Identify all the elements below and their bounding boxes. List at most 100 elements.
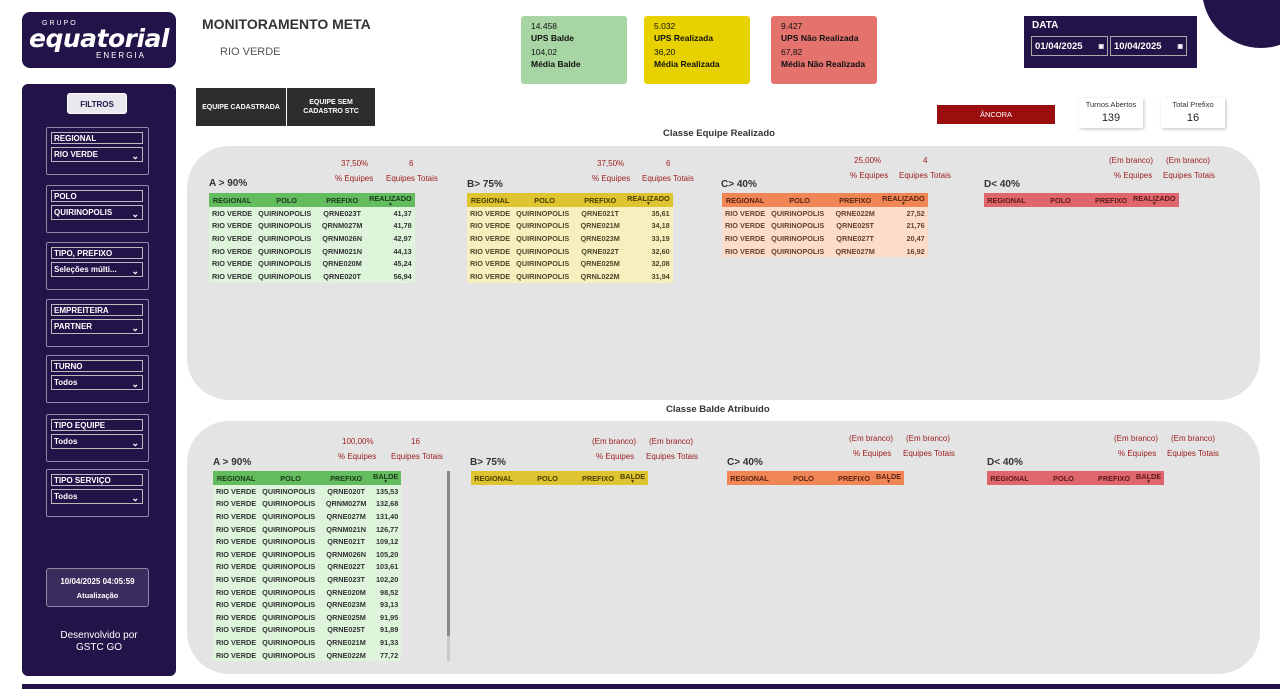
- col-header[interactable]: REGIONAL: [722, 193, 769, 207]
- cell: 91,89: [370, 623, 402, 637]
- table-row[interactable]: RIO VERDE QUIRINOPOLIS QRNE025T 91,89: [213, 623, 402, 637]
- date-start-input[interactable]: 01/04/2025 ▣: [1031, 36, 1108, 56]
- col-header[interactable]: POLO: [1032, 471, 1095, 485]
- table-row[interactable]: RIO VERDE QUIRINOPOLIS QRNM021N 126,77: [213, 522, 402, 536]
- col-header[interactable]: REGIONAL: [471, 471, 516, 485]
- col-header[interactable]: PREFIXO: [1092, 193, 1131, 207]
- pct-value: (Em branco): [1109, 156, 1154, 165]
- table-row[interactable]: RIO VERDE QUIRINOPOLIS QRNE021T 109,12: [213, 535, 402, 548]
- col-header[interactable]: POLO: [255, 193, 319, 207]
- cell: 42,97: [366, 232, 415, 245]
- table-row[interactable]: RIO VERDE QUIRINOPOLIS QRNE022T 103,61: [213, 560, 402, 574]
- table-row[interactable]: RIO VERDE QUIRINOPOLIS QRNE020M 98,52: [213, 585, 402, 599]
- col-header[interactable]: POLO: [513, 193, 577, 207]
- table-row[interactable]: RIO VERDE QUIRINOPOLIS QRNE020M 45,24: [209, 257, 415, 270]
- table-scrollbar[interactable]: [447, 471, 450, 661]
- table-row[interactable]: RIO VERDE QUIRINOPOLIS QRNL022M 31,94: [467, 269, 673, 283]
- col-header[interactable]: PREFIXO: [318, 193, 367, 207]
- cell: QUIRINOPOLIS: [768, 219, 832, 233]
- col-header-sorted[interactable]: BALDE ▼: [617, 471, 649, 485]
- col-header[interactable]: REGIONAL: [209, 193, 256, 207]
- col-header-sorted[interactable]: BALDE ▼: [1133, 471, 1165, 485]
- col-header[interactable]: PREFIXO: [576, 193, 625, 207]
- table-row[interactable]: RIO VERDE QUIRINOPOLIS QRNE023M 33,19: [467, 232, 673, 245]
- table-row[interactable]: RIO VERDE QUIRINOPOLIS QRNE027M 16,92: [722, 244, 928, 258]
- cell: RIO VERDE: [213, 497, 260, 511]
- col-header[interactable]: PREFIXO: [579, 471, 618, 485]
- col-header[interactable]: REGIONAL: [987, 471, 1032, 485]
- col-header[interactable]: POLO: [259, 471, 323, 485]
- table-row[interactable]: RIO VERDE QUIRINOPOLIS QRNE025M 32,08: [467, 257, 673, 270]
- calendar-icon[interactable]: ▣: [1177, 38, 1183, 57]
- col-header[interactable]: REGIONAL: [467, 193, 514, 207]
- scrollbar-thumb[interactable]: [447, 471, 450, 636]
- col-header[interactable]: POLO: [772, 471, 835, 485]
- col-header[interactable]: POLO: [768, 193, 832, 207]
- col-header[interactable]: PREFIXO: [1095, 471, 1134, 485]
- cell: QRNE025T: [831, 219, 880, 233]
- chevron-down-icon: ⌄: [131, 438, 139, 448]
- table-row[interactable]: RIO VERDE QUIRINOPOLIS QRNM027M 132,68: [213, 497, 402, 511]
- col-header-sorted[interactable]: BALDE ▼: [370, 471, 402, 485]
- table-realizado-a: REGIONAL POLO PREFIXO REALIZADO ▲ RIO VER…: [209, 193, 415, 283]
- col-header-sorted[interactable]: REALIZADO ▼: [624, 193, 673, 207]
- table-row[interactable]: RIO VERDE QUIRINOPOLIS QRNE027T 20,47: [722, 232, 928, 245]
- filter-tipo-prefixo-dropdown[interactable]: Seleções múlti... ⌄: [51, 262, 143, 277]
- cell: RIO VERDE: [209, 269, 256, 283]
- col-header[interactable]: REGIONAL: [727, 471, 772, 485]
- developer-credit: Desenvolvido por GSTC GO: [22, 630, 176, 654]
- table-row[interactable]: RIO VERDE QUIRINOPOLIS QRNM021N 44,13: [209, 244, 415, 258]
- filter-turno-dropdown[interactable]: Todos ⌄: [51, 375, 143, 390]
- filter-empreiteira-dropdown[interactable]: PARTNER ⌄: [51, 319, 143, 334]
- col-header[interactable]: POLO: [516, 471, 579, 485]
- equipe-cadastrada-button[interactable]: EQUIPE CADASTRADA: [196, 88, 286, 126]
- page-title: MONITORAMENTO META: [202, 16, 371, 32]
- col-header-sorted[interactable]: BALDE ▼: [873, 471, 905, 485]
- kpi-value: 9.427: [781, 21, 803, 31]
- table-row[interactable]: RIO VERDE QUIRINOPOLIS QRNE023T 41,37: [209, 207, 415, 220]
- date-end-input[interactable]: 10/04/2025 ▣: [1110, 36, 1187, 56]
- table-row[interactable]: RIO VERDE QUIRINOPOLIS QRNM027M 41,78: [209, 219, 415, 233]
- cell: QRNE025M: [322, 610, 371, 624]
- table-row[interactable]: RIO VERDE QUIRINOPOLIS QRNE020T 56,94: [209, 269, 415, 283]
- table-row[interactable]: RIO VERDE QUIRINOPOLIS QRNM026N 42,97: [209, 232, 415, 245]
- col-header-sorted[interactable]: REALIZADO ▼: [879, 193, 928, 207]
- col-header-sorted[interactable]: REALIZADO ▲: [366, 193, 415, 207]
- col-header[interactable]: REGIONAL: [984, 193, 1029, 207]
- table-row[interactable]: RIO VERDE QUIRINOPOLIS QRNE023M 93,13: [213, 598, 402, 611]
- cell: QUIRINOPOLIS: [259, 547, 323, 561]
- table-row[interactable]: RIO VERDE QUIRINOPOLIS QRNE022M 77,72: [213, 648, 402, 662]
- table-row[interactable]: RIO VERDE QUIRINOPOLIS QRNE025M 91,95: [213, 610, 402, 624]
- table-row[interactable]: RIO VERDE QUIRINOPOLIS QRNE025T 21,76: [722, 219, 928, 233]
- sort-desc-icon: ▼: [886, 479, 892, 485]
- equipe-sem-cadastro-button[interactable]: EQUIPE SEM CADASTRO STC: [287, 88, 375, 126]
- cell: 41,37: [366, 207, 415, 220]
- table-row[interactable]: RIO VERDE QUIRINOPOLIS QRNE022M 27,52: [722, 207, 928, 220]
- cell: RIO VERDE: [209, 257, 256, 270]
- col-header[interactable]: PREFIXO: [831, 193, 880, 207]
- table-row[interactable]: RIO VERDE QUIRINOPOLIS QRNE020T 135,53: [213, 485, 402, 498]
- filter-polo-dropdown[interactable]: QUIRINOPOLIS ⌄: [51, 205, 143, 220]
- filter-regional-dropdown[interactable]: RIO VERDE ⌄: [51, 147, 143, 162]
- calendar-icon[interactable]: ▣: [1098, 38, 1104, 57]
- total-label: Equipes Totais: [903, 449, 955, 458]
- table-row[interactable]: RIO VERDE QUIRINOPOLIS QRNE021M 91,33: [213, 636, 402, 649]
- col-header-sorted[interactable]: REALIZADO ▼: [1130, 193, 1179, 207]
- cell: QRNE022T: [576, 244, 625, 258]
- table-row[interactable]: RIO VERDE QUIRINOPOLIS QRNE021M 34,18: [467, 219, 673, 233]
- filter-tipo-equipe-dropdown[interactable]: Todos ⌄: [51, 434, 143, 449]
- table-row[interactable]: RIO VERDE QUIRINOPOLIS QRNE022T 32,60: [467, 244, 673, 258]
- col-header[interactable]: PREFIXO: [835, 471, 874, 485]
- filters-button[interactable]: FILTROS: [67, 93, 127, 114]
- filter-title: REGIONAL: [51, 132, 143, 144]
- table-row[interactable]: RIO VERDE QUIRINOPOLIS QRNM026N 105,20: [213, 547, 402, 561]
- table-row[interactable]: RIO VERDE QUIRINOPOLIS QRNE027M 131,40: [213, 510, 402, 523]
- col-header[interactable]: POLO: [1029, 193, 1092, 207]
- ancora-button[interactable]: ÂNCORA: [937, 105, 1055, 124]
- filter-tipo-servico-dropdown[interactable]: Todos ⌄: [51, 489, 143, 504]
- table-row[interactable]: RIO VERDE QUIRINOPOLIS QRNE023T 102,20: [213, 573, 402, 586]
- table-row[interactable]: RIO VERDE QUIRINOPOLIS QRNE021T 35,61: [467, 207, 673, 220]
- col-header[interactable]: PREFIXO: [322, 471, 371, 485]
- col-header[interactable]: REGIONAL: [213, 471, 260, 485]
- cell: 32,60: [624, 244, 673, 258]
